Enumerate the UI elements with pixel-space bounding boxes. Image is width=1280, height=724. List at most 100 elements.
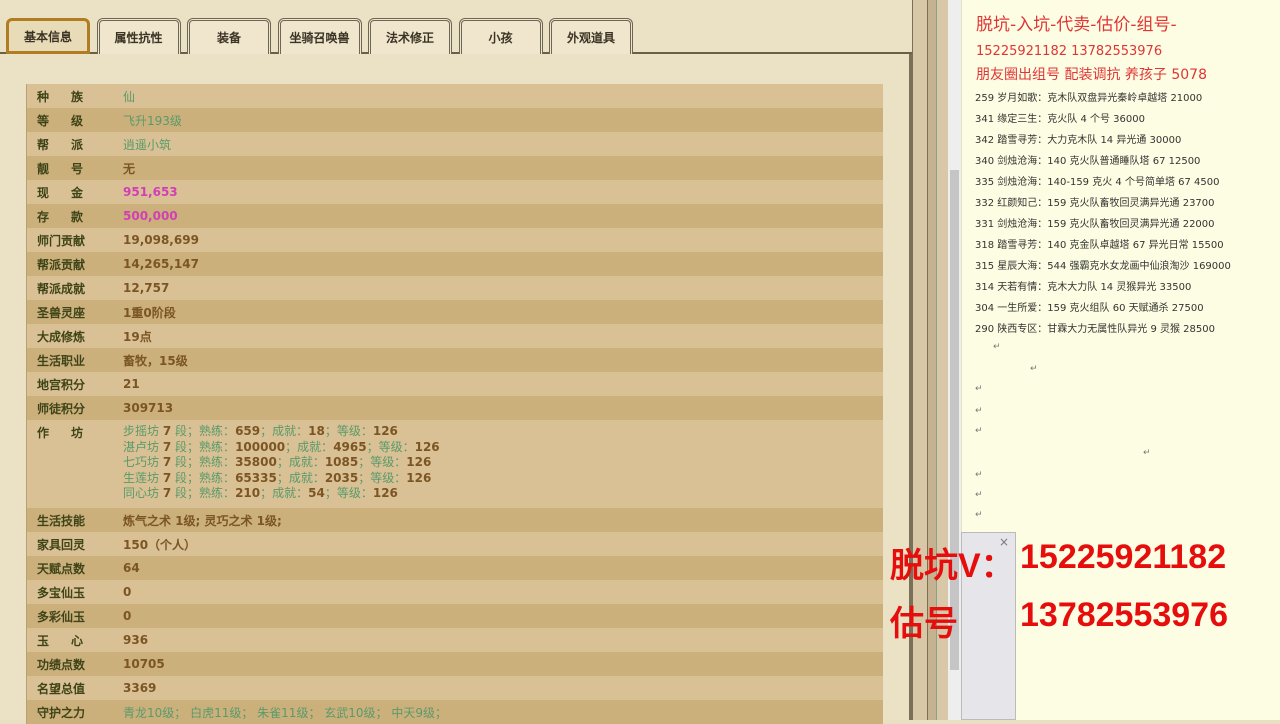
return-mark-icon: ↵ <box>975 384 983 394</box>
notepad-line: 332 红颜知己：159 克火队畜牧回灵满异光通 23700 <box>975 198 1215 209</box>
workshop-text: 126 <box>372 486 398 500</box>
info-row: 师门贡献 19,098,699 <box>27 228 883 252</box>
workshop-text: 七巧坊 <box>123 455 160 469</box>
return-mark-icon: ↵ <box>975 490 983 500</box>
row-label: 玉心 <box>37 633 106 648</box>
workshop-text: 段； <box>175 470 200 485</box>
workshop-lines: 步摇坊 7 段；熟练：659；成就：18；等级：126 湛卢坊 7 段；熟练：10… <box>123 424 440 502</box>
notepad-line: 331 剑烛沧海：159 克火队畜牧回灵满异光通 22000 <box>975 219 1215 230</box>
game-window: 基本信息 属性抗性 装备 坐骑召唤兽 法术修正 小孩 外观道具 种族 仙等级 飞升193级 帮派 逍… <box>0 0 945 724</box>
row-label: 天赋点数 <box>37 561 86 576</box>
workshop-text: 126 <box>372 424 398 438</box>
info-row: 生活技能 炼气之术 1级; 灵巧之术 1级; <box>27 508 883 532</box>
row-label: 多宝仙玉 <box>37 585 86 600</box>
row-value: 64 <box>123 561 140 575</box>
workshop-text: 步摇坊 <box>123 424 160 438</box>
workshop-text: 4965 <box>333 439 367 454</box>
workshop-text: 7 <box>162 424 172 438</box>
row-value: 0 <box>123 585 132 599</box>
info-row: 现金 951,653 <box>27 180 883 204</box>
row-label: 大成修炼 <box>37 329 86 344</box>
notepad-line: 290 陕西专区：甘霖大力无属性队异光 9 灵猴 28500 <box>975 324 1215 335</box>
workshop-text: 熟练： <box>199 439 236 454</box>
notepad-line: 314 天若有情：克木大力队 14 灵猴异光 33500 <box>975 282 1192 293</box>
workshop-text: 18 <box>308 424 325 438</box>
return-mark-icon: ↵ <box>993 342 1001 352</box>
workshop-text: ；等级： <box>358 470 407 485</box>
row-value: 1重0阶段 <box>123 305 176 320</box>
row-label: 家具回灵 <box>37 537 86 552</box>
tab-6[interactable]: 外观道具 <box>549 18 633 54</box>
workshop-text: 659 <box>235 424 261 438</box>
workshop-text: ；成就： <box>285 439 334 454</box>
workshop-text: 65335 <box>235 470 277 485</box>
workshop-row: 作坊 步摇坊 7 段；熟练：659；成就：18；等级：126 湛卢坊 7 段；熟练：… <box>27 420 883 508</box>
row-value: 10705 <box>123 657 165 671</box>
notepad-line: 335 剑烛沧海：140-159 克火 4 个号简单塔 67 4500 <box>975 177 1220 188</box>
row-label: 帮派 <box>37 137 106 152</box>
row-label: 靓号 <box>37 161 106 176</box>
info-row: 等级 飞升193级 <box>27 108 883 132</box>
info-row: 存款 500,000 <box>27 204 883 228</box>
workshop-text: 100000 <box>235 439 286 454</box>
row-value: 0 <box>123 609 132 623</box>
workshop-text: ；成就： <box>276 470 325 485</box>
tab-2[interactable]: 装备 <box>187 18 271 54</box>
row-label: 多彩仙玉 <box>37 609 86 624</box>
overlay-line1-value: 15225921182 <box>1020 538 1227 576</box>
workshop-text: ；等级： <box>358 455 407 469</box>
row-label: 师徒积分 <box>37 401 86 416</box>
row-value: 309713 <box>123 401 174 415</box>
tab-3[interactable]: 坐骑召唤兽 <box>277 18 362 54</box>
row-value: 畜牧，15级 <box>123 353 188 368</box>
row-value: 19,098,699 <box>123 233 199 247</box>
row-label: 存款 <box>37 209 106 224</box>
basic-info-panel: 种族 仙等级 飞升193级 帮派 逍遥小筑 靓号 无现金 951,653 存款 500,000 师门… <box>0 54 912 724</box>
workshop-text: 54 <box>308 486 325 500</box>
workshop-text: ；等级： <box>366 439 415 454</box>
workshop-text: 210 <box>235 486 261 500</box>
row-label: 地宫积分 <box>37 377 86 392</box>
info-row: 圣兽灵座 1重0阶段 <box>27 300 883 324</box>
info-row: 多宝仙玉 0 <box>27 580 883 604</box>
workshop-line: 同心坊 7 段；熟练：210；成就：54；等级：126 <box>123 486 440 502</box>
workshop-text: ；等级： <box>324 486 373 500</box>
scrollbar-thumb[interactable] <box>950 170 959 670</box>
tab-5[interactable]: 小孩 <box>458 18 543 54</box>
tab-4[interactable]: 法术修正 <box>368 18 452 54</box>
notepad-line: 318 踏雪寻芳：140 克金队卓越塔 67 异光日常 15500 <box>975 240 1224 251</box>
workshop-text: 段； <box>175 424 200 438</box>
notepad-phones: 15225921182 13782553976 <box>976 44 1163 59</box>
row-value: 3369 <box>123 681 157 695</box>
workshop-line: 步摇坊 7 段；熟练：659；成就：18；等级：126 <box>123 424 440 440</box>
workshop-text: 湛卢坊 <box>123 439 160 454</box>
workshop-text: 7 <box>162 486 172 500</box>
tab-0[interactable]: 基本信息 <box>6 18 90 54</box>
info-row: 靓号 无 <box>27 156 883 180</box>
row-label: 等级 <box>37 113 106 128</box>
row-value: 12,757 <box>123 281 170 295</box>
notepad-line: 315 星辰大海：544 强霸克水女龙画中仙浪淘沙 169000 <box>975 261 1231 272</box>
notepad-title: 脱坑-入坑-代卖-估价-组号- <box>976 15 1177 35</box>
info-row: 大成修炼 19点 <box>27 324 883 348</box>
notepad-line: 342 踏雪寻芳：大力克木队 14 异光通 30000 <box>975 135 1182 146</box>
workshop-text: 1085 <box>324 455 359 469</box>
row-value: 951,653 <box>123 185 178 199</box>
workshop-text: 熟练： <box>199 486 236 500</box>
info-row: 天赋点数 64 <box>27 556 883 580</box>
workshop-text: ；成就： <box>260 424 309 438</box>
workshop-text: 段； <box>175 455 200 469</box>
workshop-text: ；成就： <box>260 486 309 500</box>
row-label: 现金 <box>37 185 106 200</box>
tab-1[interactable]: 属性抗性 <box>96 18 181 54</box>
workshop-text: 熟练： <box>199 424 236 438</box>
info-row: 名望总值 3369 <box>27 676 883 700</box>
info-row: 师徒积分 309713 <box>27 396 883 420</box>
notepad-line: 304 一生所爱：159 克火组队 60 天赋通杀 27500 <box>975 303 1204 314</box>
workshop-text: 熟练： <box>199 470 236 485</box>
row-label: 师门贡献 <box>37 233 86 248</box>
row-value: 14,265,147 <box>123 257 199 271</box>
workshop-text: 126 <box>406 470 432 485</box>
row-value: 150（个人） <box>123 537 197 552</box>
row-label: 守护之力 <box>37 705 86 720</box>
